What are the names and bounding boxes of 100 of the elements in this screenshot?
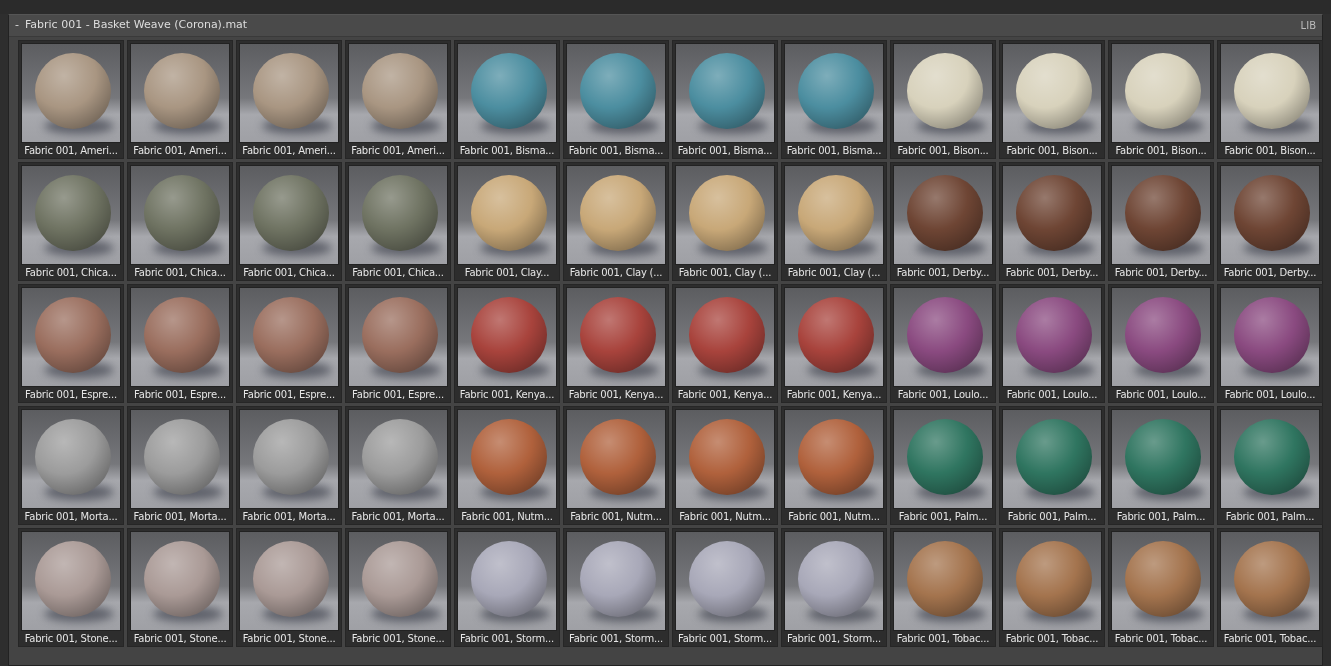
material-tile[interactable]: Fabric 001, Clay (... <box>672 162 778 281</box>
material-tile[interactable]: Fabric 001, Tobac... <box>999 528 1105 647</box>
material-tile[interactable]: Fabric 001, Morta... <box>127 406 233 525</box>
material-name: Fabric 001, Clay (... <box>568 266 664 280</box>
material-tile[interactable]: Fabric 001, Bison... <box>1217 40 1323 159</box>
material-tile[interactable]: Fabric 001, Ameri... <box>236 40 342 159</box>
material-name: Fabric 001, Ameri... <box>241 144 337 158</box>
material-name: Fabric 001, Palm... <box>1006 510 1098 524</box>
material-name: Fabric 001, Nutm... <box>787 510 881 524</box>
material-tile[interactable]: Fabric 001, Kenya... <box>672 284 778 403</box>
collapse-toggle[interactable]: - <box>15 17 19 34</box>
material-name: Fabric 001, Chica... <box>24 266 118 280</box>
library-title: Fabric 001 - Basket Weave (Corona).mat <box>25 17 248 34</box>
material-name: Fabric 001, Derby... <box>1222 266 1318 280</box>
material-tile[interactable]: Fabric 001, Tobac... <box>1108 528 1214 647</box>
material-tile[interactable]: Fabric 001, Palm... <box>1217 406 1323 525</box>
material-name: Fabric 001, Storm... <box>786 632 882 646</box>
material-name: Fabric 001, Loulo... <box>896 388 990 402</box>
material-tile[interactable]: Fabric 001, Derby... <box>1108 162 1214 281</box>
material-name: Fabric 001, Morta... <box>241 510 337 524</box>
material-tile[interactable]: Fabric 001, Ameri... <box>18 40 124 159</box>
material-tile[interactable]: Fabric 001, Palm... <box>890 406 996 525</box>
material-tile[interactable]: Fabric 001, Loulo... <box>1108 284 1214 403</box>
material-tile[interactable]: Fabric 001, Chica... <box>18 162 124 281</box>
material-name: Fabric 001, Bisma... <box>676 144 774 158</box>
material-tile[interactable]: Fabric 001, Bisma... <box>672 40 778 159</box>
material-name: Fabric 001, Stone... <box>350 632 446 646</box>
material-tile[interactable]: Fabric 001, Tobac... <box>890 528 996 647</box>
material-tile[interactable]: Fabric 001, Bison... <box>999 40 1105 159</box>
material-name: Fabric 001, Clay (... <box>786 266 882 280</box>
material-tile[interactable]: Fabric 001, Clay... <box>454 162 560 281</box>
material-name: Fabric 001, Espre... <box>133 388 227 402</box>
material-name: Fabric 001, Derby... <box>895 266 991 280</box>
material-name: Fabric 001, Storm... <box>459 632 555 646</box>
material-tile[interactable]: Fabric 001, Morta... <box>345 406 451 525</box>
material-tile[interactable]: Fabric 001, Bisma... <box>781 40 887 159</box>
material-name: Fabric 001, Storm... <box>568 632 664 646</box>
material-tile[interactable]: Fabric 001, Bison... <box>890 40 996 159</box>
material-name: Fabric 001, Espre... <box>242 388 336 402</box>
material-tile[interactable]: Fabric 001, Bison... <box>1108 40 1214 159</box>
material-tile[interactable]: Fabric 001, Bisma... <box>454 40 560 159</box>
material-tile[interactable]: Fabric 001, Storm... <box>672 528 778 647</box>
material-tile[interactable]: Fabric 001, Kenya... <box>781 284 887 403</box>
material-tile[interactable]: Fabric 001, Nutm... <box>781 406 887 525</box>
material-tile[interactable]: Fabric 001, Storm... <box>563 528 669 647</box>
material-tile[interactable]: Fabric 001, Morta... <box>236 406 342 525</box>
material-name: Fabric 001, Clay... <box>463 266 551 280</box>
library-tag: LIB <box>1300 18 1316 33</box>
material-tile[interactable]: Fabric 001, Ameri... <box>127 40 233 159</box>
material-name: Fabric 001, Bison... <box>1223 144 1317 158</box>
material-name: Fabric 001, Bisma... <box>567 144 665 158</box>
material-name: Fabric 001, Chica... <box>242 266 336 280</box>
material-tile[interactable]: Fabric 001, Kenya... <box>563 284 669 403</box>
material-tile[interactable]: Fabric 001, Chica... <box>345 162 451 281</box>
material-name: Fabric 001, Loulo... <box>1223 388 1317 402</box>
material-tile[interactable]: Fabric 001, Clay (... <box>781 162 887 281</box>
material-tile[interactable]: Fabric 001, Ameri... <box>345 40 451 159</box>
material-name: Fabric 001, Chica... <box>351 266 445 280</box>
material-tile[interactable]: Fabric 001, Loulo... <box>890 284 996 403</box>
material-tile[interactable]: Fabric 001, Morta... <box>18 406 124 525</box>
material-name: Fabric 001, Stone... <box>132 632 228 646</box>
material-tile[interactable]: Fabric 001, Storm... <box>781 528 887 647</box>
material-name: Fabric 001, Bison... <box>1114 144 1208 158</box>
material-tile[interactable]: Fabric 001, Chica... <box>127 162 233 281</box>
material-tile[interactable]: Fabric 001, Kenya... <box>454 284 560 403</box>
material-tile[interactable]: Fabric 001, Loulo... <box>1217 284 1323 403</box>
material-name: Fabric 001, Kenya... <box>567 388 665 402</box>
material-tile[interactable]: Fabric 001, Nutm... <box>454 406 560 525</box>
material-tile[interactable]: Fabric 001, Tobac... <box>1217 528 1323 647</box>
material-name: Fabric 001, Tobac... <box>895 632 991 646</box>
material-tile[interactable]: Fabric 001, Nutm... <box>672 406 778 525</box>
material-tile[interactable]: Fabric 001, Derby... <box>1217 162 1323 281</box>
material-tile[interactable]: Fabric 001, Derby... <box>999 162 1105 281</box>
material-tile[interactable]: Fabric 001, Bisma... <box>563 40 669 159</box>
material-tile[interactable]: Fabric 001, Nutm... <box>563 406 669 525</box>
material-name: Fabric 001, Derby... <box>1113 266 1209 280</box>
material-name: Fabric 001, Nutm... <box>678 510 772 524</box>
material-tile[interactable]: Fabric 001, Espre... <box>127 284 233 403</box>
material-tile[interactable]: Fabric 001, Stone... <box>18 528 124 647</box>
material-tile[interactable]: Fabric 001, Clay (... <box>563 162 669 281</box>
material-tile[interactable]: Fabric 001, Palm... <box>999 406 1105 525</box>
material-name: Fabric 001, Tobac... <box>1113 632 1209 646</box>
material-tile[interactable]: Fabric 001, Storm... <box>454 528 560 647</box>
material-tile[interactable]: Fabric 001, Chica... <box>236 162 342 281</box>
material-tile[interactable]: Fabric 001, Espre... <box>18 284 124 403</box>
material-tile[interactable]: Fabric 001, Loulo... <box>999 284 1105 403</box>
material-tile[interactable]: Fabric 001, Espre... <box>236 284 342 403</box>
material-tile[interactable]: Fabric 001, Palm... <box>1108 406 1214 525</box>
material-name: Fabric 001, Palm... <box>1115 510 1207 524</box>
material-name: Fabric 001, Tobac... <box>1004 632 1100 646</box>
material-name: Fabric 001, Stone... <box>23 632 119 646</box>
material-name: Fabric 001, Ameri... <box>350 144 446 158</box>
material-tile[interactable]: Fabric 001, Derby... <box>890 162 996 281</box>
material-tile[interactable]: Fabric 001, Espre... <box>345 284 451 403</box>
material-tile[interactable]: Fabric 001, Stone... <box>345 528 451 647</box>
material-tile[interactable]: Fabric 001, Stone... <box>127 528 233 647</box>
material-name: Fabric 001, Morta... <box>23 510 119 524</box>
material-name: Fabric 001, Loulo... <box>1114 388 1208 402</box>
material-name: Fabric 001, Ameri... <box>23 144 119 158</box>
material-tile[interactable]: Fabric 001, Stone... <box>236 528 342 647</box>
